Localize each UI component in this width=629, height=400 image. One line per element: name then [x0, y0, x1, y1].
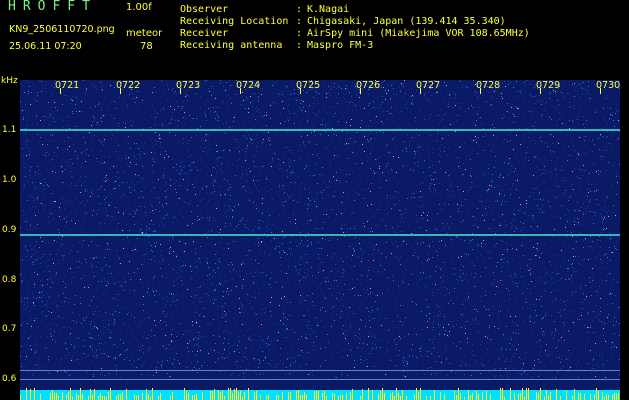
count-label: 78 [140, 41, 153, 52]
location-value: Chigasaki, Japan (139.414 35.340) [307, 16, 506, 27]
time-label-0728: 0728 [476, 80, 501, 91]
filename-label: KN9_2506110720.png [9, 24, 115, 35]
version-label: 1.00f [126, 2, 152, 13]
spectrogram-plot [20, 80, 620, 400]
y-tick-0.6: 0.6 [2, 374, 17, 384]
observer-label: Observer [180, 4, 229, 15]
guide-line-1 [20, 370, 620, 371]
time-label-0729: 0729 [536, 80, 561, 91]
location-label: Receiving Location [180, 16, 289, 27]
y-tick-0.7: 0.7 [2, 324, 17, 334]
location-separator: : [296, 16, 303, 27]
antenna-label: Receiving antenna [180, 40, 283, 51]
time-label-0722: 0722 [116, 80, 141, 91]
datetime-label: 25.06.11 07:20 [9, 41, 82, 52]
time-label-0730: 0730 [596, 80, 621, 91]
antenna-value: Maspro FM-3 [307, 40, 374, 51]
carrier-line-1 [20, 129, 620, 131]
time-label-0724: 0724 [236, 80, 261, 91]
time-label-0725: 0725 [296, 80, 321, 91]
time-label-0721: 0721 [55, 80, 80, 91]
receiver-value: AirSpy mini (Miakejima VOR 108.65MHz) [307, 28, 530, 39]
mode-label: meteor [126, 28, 163, 39]
y-tick-1.0: 1.0 [2, 175, 17, 185]
y-axis-unit: kHz [1, 76, 18, 86]
y-tick-0.8: 0.8 [2, 275, 17, 285]
carrier-line-2 [20, 234, 620, 236]
y-tick-1.1: 1.1 [2, 125, 17, 135]
time-label-0727: 0727 [416, 80, 441, 91]
time-label-0723: 0723 [176, 80, 201, 91]
noise-field [20, 80, 620, 378]
time-label-0726: 0726 [356, 80, 381, 91]
app-title: HROFFT [8, 0, 97, 14]
guide-line-2 [20, 379, 620, 380]
observer-separator: : [296, 4, 303, 15]
observer-value: K.Nagai [307, 4, 350, 15]
receiver-separator: : [296, 28, 303, 39]
spectrogram-canvas [20, 80, 620, 400]
antenna-separator: : [296, 40, 303, 51]
receiver-label: Receiver [180, 28, 229, 39]
y-tick-0.9: 0.9 [2, 225, 17, 235]
